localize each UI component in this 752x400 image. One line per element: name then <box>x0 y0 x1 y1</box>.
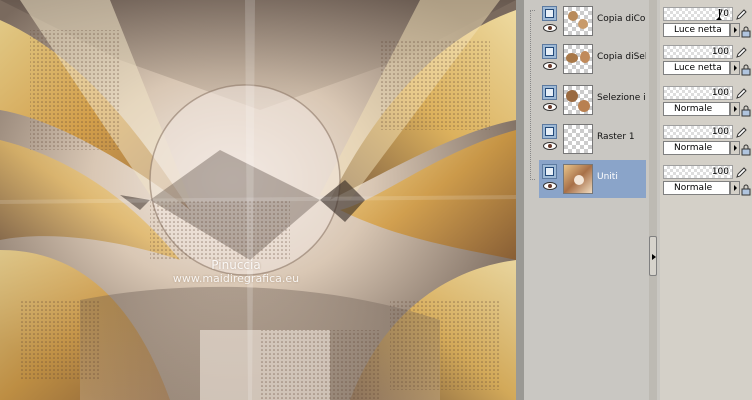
layer-props-row: 100 Normale <box>660 81 752 119</box>
layer-group-bracket <box>530 10 535 180</box>
blend-mode-dropdown-button[interactable] <box>730 141 740 155</box>
canvas-artwork <box>0 0 516 400</box>
blend-mode-dropdown-button[interactable] <box>730 23 740 37</box>
layers-scrollbar[interactable] <box>649 0 657 400</box>
opacity-value: 100 <box>711 88 729 98</box>
layer-row-raster-1[interactable]: Raster 1 <box>539 120 660 158</box>
blend-mode-select[interactable]: Normale <box>663 102 730 116</box>
pencil-icon[interactable] <box>735 9 747 21</box>
layers-panel: Copia diCopia Copia diSelezione Selezion… <box>524 0 660 400</box>
blend-mode-dropdown-button[interactable] <box>730 181 740 195</box>
expand-arrow-icon[interactable] <box>652 254 656 260</box>
opacity-value: 70 <box>717 9 729 19</box>
eye-icon[interactable] <box>543 62 557 70</box>
canvas-divider <box>516 0 524 400</box>
lock-icon[interactable] <box>740 184 752 196</box>
lock-icon[interactable] <box>740 105 752 117</box>
opacity-slider[interactable]: 100 <box>663 125 733 139</box>
raster-layer-icon[interactable] <box>542 164 557 179</box>
layer-props-row: 100 Normale <box>660 120 752 158</box>
raster-layer-icon[interactable] <box>542 6 557 21</box>
lock-icon[interactable] <box>740 144 752 156</box>
layer-row-selezione[interactable]: Selezione innalzata <box>539 81 660 119</box>
layer-thumbnail <box>563 124 593 154</box>
layer-row-uniti[interactable]: Uniti <box>539 160 660 198</box>
opacity-value: 100 <box>711 47 729 57</box>
image-canvas[interactable]: Pinuccia www.maidiregrafica.eu <box>0 0 516 400</box>
blend-mode-select[interactable]: Luce netta <box>663 61 730 75</box>
opacity-slider[interactable]: 100 <box>663 86 733 100</box>
raster-layer-icon[interactable] <box>542 124 557 139</box>
blend-mode-select[interactable]: Luce netta <box>663 23 730 37</box>
pencil-icon[interactable] <box>735 127 747 139</box>
opacity-slider[interactable]: 70 <box>663 7 733 21</box>
watermark-author: Pinuccia <box>211 258 261 272</box>
pencil-icon[interactable] <box>735 47 747 59</box>
pencil-icon[interactable] <box>735 88 747 100</box>
raster-layer-icon[interactable] <box>542 85 557 100</box>
pencil-icon[interactable] <box>735 167 747 179</box>
layer-row-copia-dicopia[interactable]: Copia diCopia <box>539 2 660 40</box>
layer-props-row: 70 Luce netta <box>660 2 752 40</box>
opacity-slider[interactable]: 100 <box>663 165 733 179</box>
watermark-site: www.maidiregrafica.eu <box>172 272 300 285</box>
layer-props-row: 100 Luce netta <box>660 40 752 78</box>
eye-icon[interactable] <box>543 142 557 150</box>
blend-mode-select[interactable]: Normale <box>663 141 730 155</box>
opacity-value: 100 <box>711 167 729 177</box>
layer-properties-panel: 70 Luce netta 100 Luce netta 100 Normale… <box>660 0 752 400</box>
opacity-slider[interactable]: 100 <box>663 45 733 59</box>
eye-icon[interactable] <box>543 182 557 190</box>
layer-props-row: 100 Normale <box>660 160 752 198</box>
eye-icon[interactable] <box>543 103 557 111</box>
watermark: Pinuccia www.maidiregrafica.eu <box>166 258 306 286</box>
lock-icon[interactable] <box>740 64 752 76</box>
opacity-value: 100 <box>711 127 729 137</box>
layer-thumbnail <box>563 44 593 74</box>
blend-mode-select[interactable]: Normale <box>663 181 730 195</box>
eye-icon[interactable] <box>543 24 557 32</box>
lock-icon[interactable] <box>740 26 752 38</box>
layer-thumbnail <box>563 6 593 36</box>
blend-mode-dropdown-button[interactable] <box>730 102 740 116</box>
layer-row-copia-diselezione[interactable]: Copia diSelezione <box>539 40 660 78</box>
blend-mode-dropdown-button[interactable] <box>730 61 740 75</box>
layer-thumbnail <box>563 85 593 115</box>
layer-thumbnail <box>563 164 593 194</box>
raster-layer-icon[interactable] <box>542 44 557 59</box>
